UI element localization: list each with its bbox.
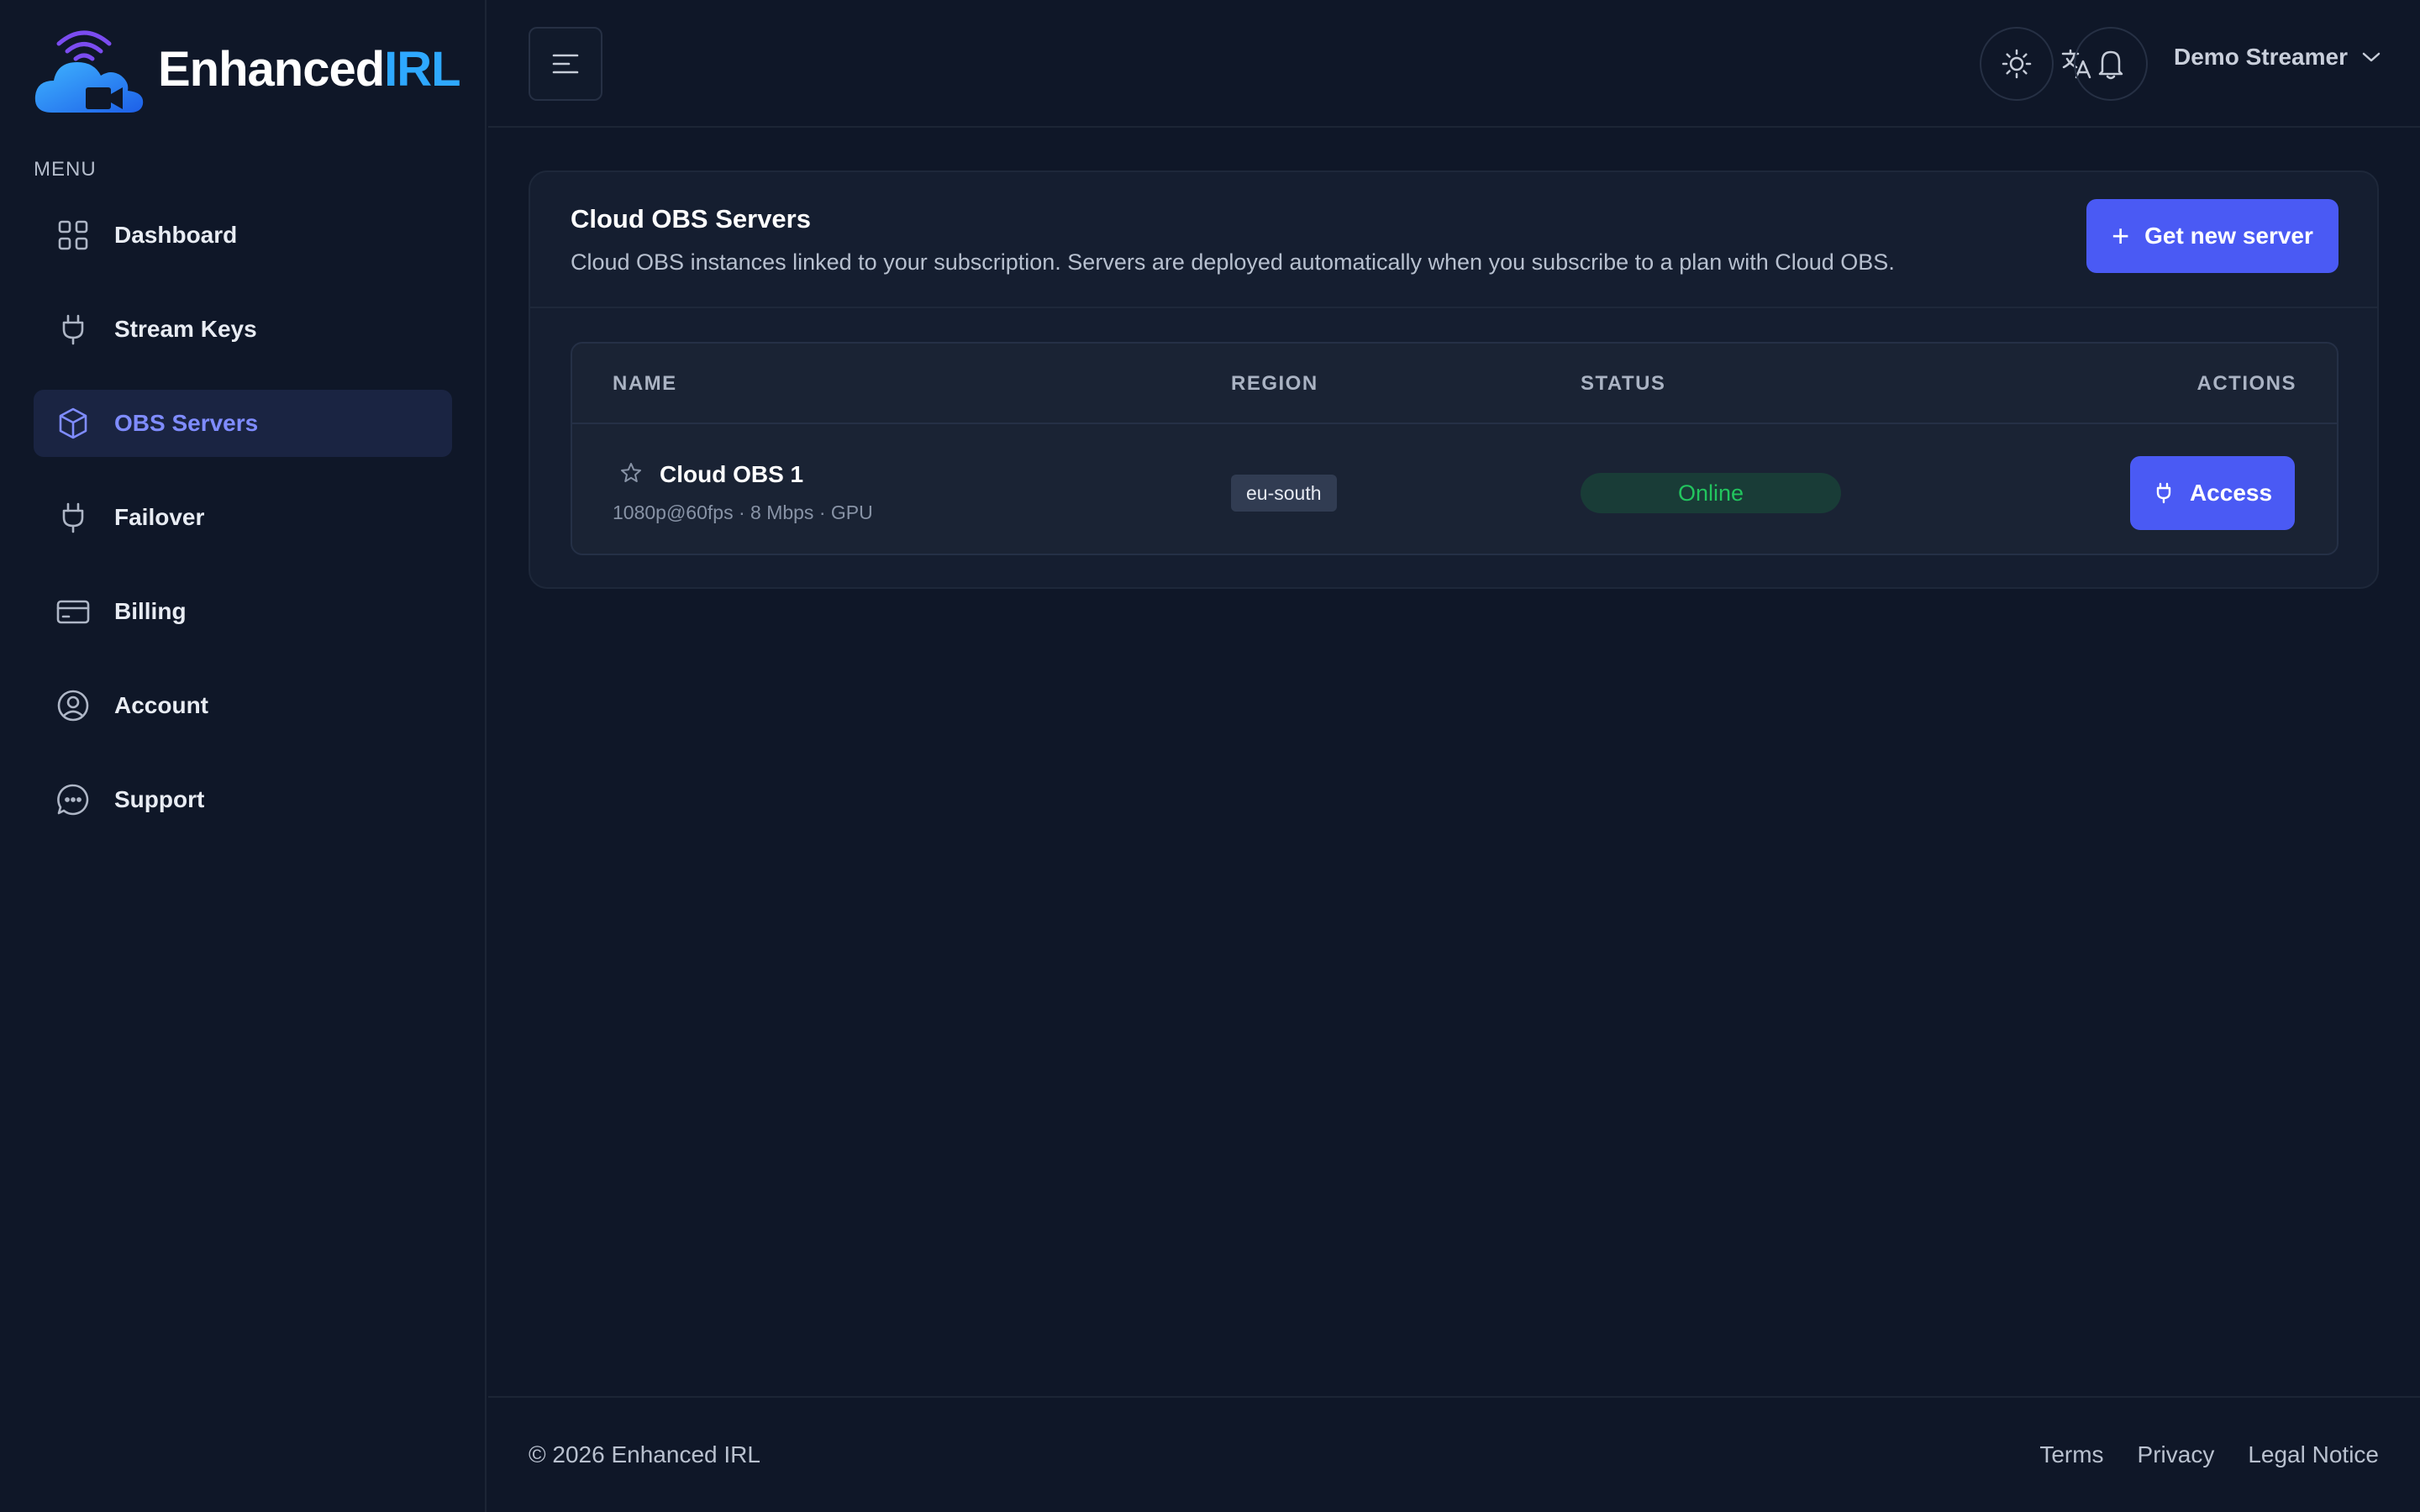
bell-icon	[2098, 50, 2123, 80]
cloud-obs-servers-card: Cloud OBS Servers Cloud OBS instances li…	[529, 171, 2379, 589]
notifications-button[interactable]	[2074, 27, 2148, 101]
status-badge: Online	[1581, 473, 1841, 513]
table-row: Cloud OBS 1 1080p@60fps · 8 Mbps · GPU e…	[572, 426, 2337, 555]
footer-link-privacy[interactable]: Privacy	[2138, 1441, 2215, 1468]
footer-link-legal-notice[interactable]: Legal Notice	[2248, 1441, 2379, 1468]
plug-icon	[55, 500, 91, 535]
top-header: Demo Streamer	[488, 0, 2420, 128]
sidebar-item-label: OBS Servers	[114, 410, 259, 436]
user-menu[interactable]: Demo Streamer	[2174, 44, 2381, 71]
brand-name: EnhancedIRL	[158, 42, 461, 97]
sun-icon	[2002, 49, 2032, 79]
sidebar-item-account[interactable]: Account	[34, 672, 452, 739]
sidebar-item-dashboard[interactable]: Dashboard	[34, 202, 452, 269]
sidebar-nav: Dashboard Stream Keys OBS Servers Failov…	[34, 202, 452, 860]
user-circle-icon	[55, 688, 91, 723]
app: EnhancedIRL MENU Dashboard Stream Keys O…	[0, 0, 2420, 1512]
column-header-name: NAME	[613, 372, 677, 395]
brand-name-part2: IRL	[384, 42, 460, 97]
sidebar: EnhancedIRL MENU Dashboard Stream Keys O…	[0, 0, 487, 1512]
sidebar-item-failover[interactable]: Failover	[34, 484, 452, 551]
chat-bubble-icon	[55, 782, 91, 817]
get-new-server-label: Get new server	[2144, 223, 2313, 249]
sidebar-item-label: Support	[114, 786, 205, 812]
page-description: Cloud OBS instances linked to your subsc…	[571, 249, 1895, 275]
sidebar-item-label: Billing	[114, 598, 187, 624]
sidebar-item-label: Account	[114, 692, 208, 718]
menu-label: MENU	[34, 158, 97, 181]
sidebar-toggle-button[interactable]	[529, 27, 602, 101]
server-specs: 1080p@60fps · 8 Mbps · GPU	[613, 501, 873, 523]
cube-icon	[55, 406, 91, 441]
sidebar-item-support[interactable]: Support	[34, 766, 452, 833]
footer: © 2026 Enhanced IRL Terms Privacy Legal …	[488, 1396, 2420, 1512]
column-header-status: STATUS	[1581, 372, 1666, 395]
footer-link-terms[interactable]: Terms	[2039, 1441, 2103, 1468]
copyright: © 2026 Enhanced IRL	[529, 1441, 760, 1467]
menu-icon	[552, 54, 579, 74]
logo[interactable]: EnhancedIRL	[34, 25, 461, 114]
footer-links: Terms Privacy Legal Notice	[2006, 1441, 2379, 1468]
access-button[interactable]: Access	[2130, 456, 2295, 530]
get-new-server-button[interactable]: + Get new server	[2086, 199, 2338, 273]
column-header-actions: ACTIONS	[2196, 372, 2296, 395]
region-badge: eu-south	[1231, 475, 1337, 512]
column-header-region: REGION	[1231, 372, 1318, 395]
sidebar-item-label: Dashboard	[114, 222, 238, 248]
credit-card-icon	[55, 594, 91, 629]
plug-icon	[2156, 482, 2171, 504]
chevron-down-icon	[2362, 52, 2381, 62]
cloud-camera-logo-icon	[34, 30, 144, 113]
table-header: NAME REGION STATUS ACTIONS	[572, 344, 2337, 424]
server-name: Cloud OBS 1	[660, 461, 804, 487]
plus-icon: +	[2112, 218, 2130, 253]
brand-name-part1: Enhanced	[158, 42, 385, 97]
star-icon[interactable]	[619, 461, 643, 489]
sidebar-item-billing[interactable]: Billing	[34, 578, 452, 645]
grid-icon	[55, 218, 91, 253]
servers-table: NAME REGION STATUS ACTIONS Cloud OBS 1 1…	[571, 342, 2338, 555]
sidebar-item-label: Stream Keys	[114, 316, 257, 342]
sidebar-item-label: Failover	[114, 504, 205, 530]
access-button-label: Access	[2189, 480, 2273, 506]
plug-icon	[55, 312, 91, 347]
theme-toggle-button[interactable]	[1980, 27, 2054, 101]
page-title: Cloud OBS Servers	[571, 204, 811, 234]
card-header: Cloud OBS Servers Cloud OBS instances li…	[530, 172, 2377, 308]
sidebar-item-stream-keys[interactable]: Stream Keys	[34, 296, 452, 363]
user-name: Demo Streamer	[2174, 44, 2348, 70]
sidebar-item-obs-servers[interactable]: OBS Servers	[34, 390, 452, 457]
